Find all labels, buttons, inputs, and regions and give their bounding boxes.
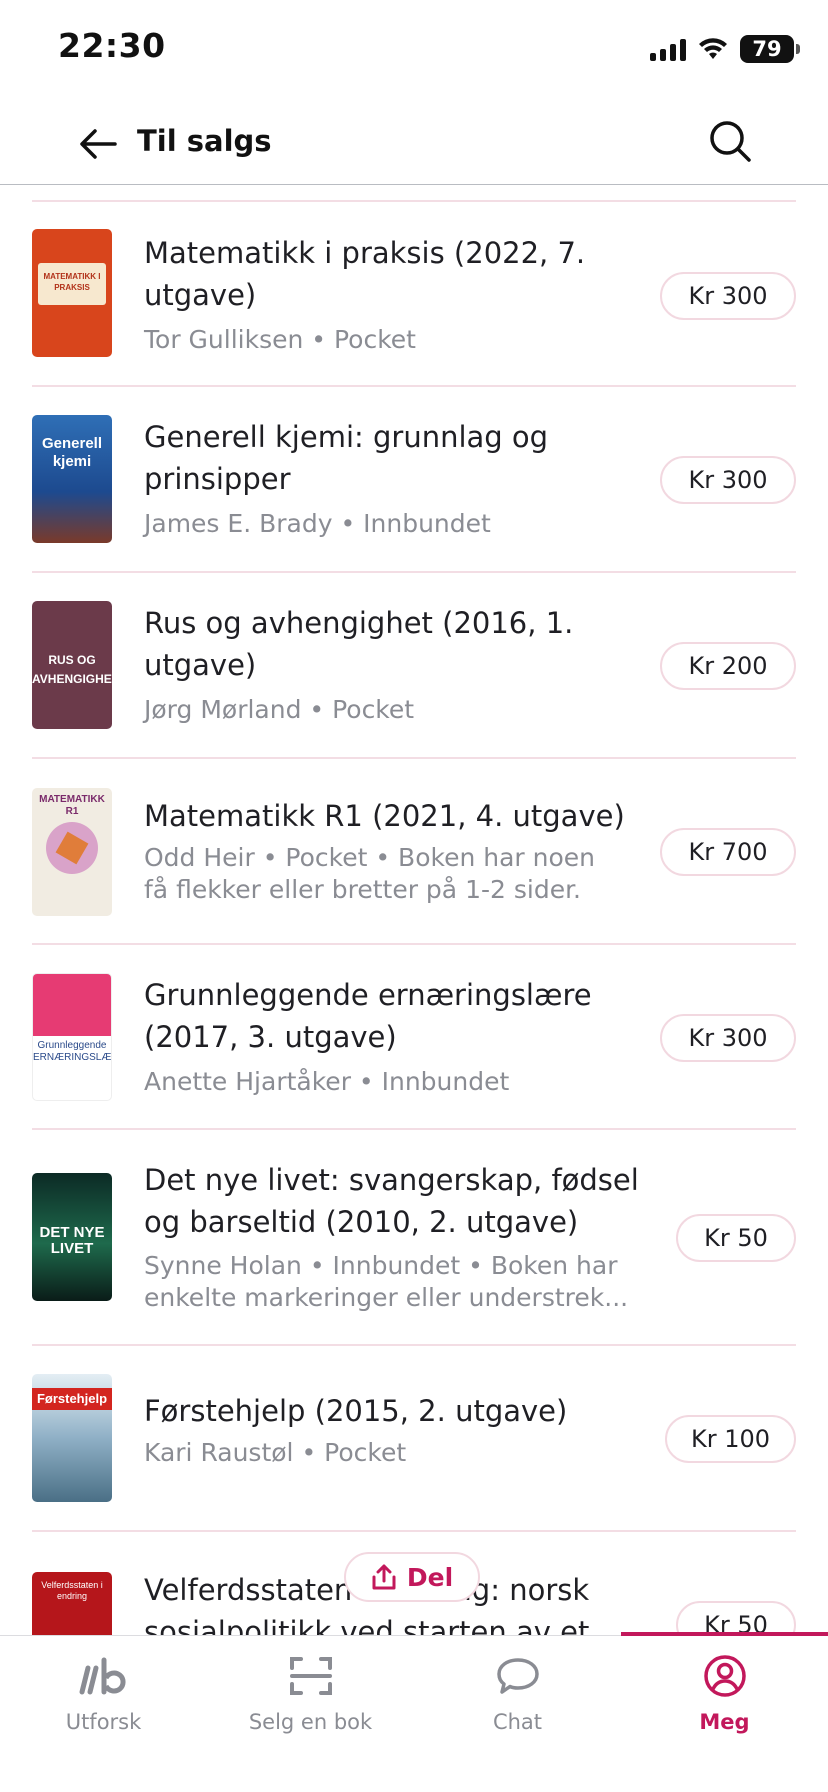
listing-subtitle: James E. Brady • Innbundet [144,509,491,538]
cover-title: Grunnleggende ERNÆRINGSLÆRE [33,1040,112,1063]
tab-label: Meg [699,1710,750,1734]
listing-subtitle: Odd Heir • Pocket • Boken har noen få fl… [144,843,596,904]
page-title: Til salgs [137,124,272,158]
listing-subtitle: Jørg Mørland • Pocket [144,695,415,724]
search-button[interactable] [704,115,756,167]
listing-item[interactable]: MATEMATIKK R1 Matematikk R1 (2021, 4. ut… [32,759,796,945]
tab-label: Selg en bok [248,1710,373,1734]
bottom-tab-bar: Utforsk Selg en bok Chat Meg [0,1632,828,1792]
price-button[interactable]: Kr 100 [665,1415,796,1463]
wifi-icon [699,38,727,59]
listing-title: Matematikk i praksis (2022, 7. utgave) [144,236,586,312]
book-cover: DET NYE LIVET [32,1173,112,1301]
listing-title: Førstehjelp (2015, 2. utgave) [144,1394,568,1428]
book-cover: Førstehjelp [32,1374,112,1502]
listing-list: MATEMATIKK I PRAKSIS Matematikk i praksi… [0,200,828,1635]
chat-bubble-icon [496,1658,539,1694]
status-bar: 22:30 79 [0,0,828,100]
battery-level: 79 [752,37,782,61]
cover-title: DET NYE LIVET [39,1224,105,1257]
listing-item[interactable]: Grunnleggende ERNÆRINGSLÆRE Grunnleggend… [32,945,796,1130]
tab-label: Utforsk [65,1710,142,1734]
price-button[interactable]: Kr 300 [660,272,796,320]
cover-title: Generell kjemi [41,435,103,470]
tab-utforsk[interactable]: Utforsk [0,1636,207,1766]
listing-item[interactable]: Førstehjelp Førstehjelp (2015, 2. utgave… [32,1346,796,1532]
share-icon [372,1564,396,1590]
price-button[interactable]: Kr 700 [660,828,796,876]
book-cover: Grunnleggende ERNÆRINGSLÆRE [32,973,112,1101]
listing-subtitle: Kari Raustøl • Pocket [144,1438,407,1467]
price-button[interactable]: Kr 50 [676,1214,796,1262]
app-header: Til salgs [0,100,828,185]
price-button[interactable]: Kr 200 [660,642,796,690]
listing-item[interactable]: MATEMATIKK I PRAKSIS Matematikk i praksi… [32,202,796,387]
share-label: Del [406,1562,454,1592]
tab-label: Chat [492,1710,543,1734]
book-cover: RUS OG AVHENGIGHET [32,601,112,729]
battery-icon: 79 [740,35,800,63]
status-time: 22:30 [58,26,166,65]
book-cover: Velferdsstaten i endring [32,1572,112,1635]
listing-subtitle: Anette Hjartåker • Innbundet [144,1067,510,1096]
cover-title: MATEMATIKK I PRAKSIS [43,272,101,292]
listing-subtitle: Tor Gulliksen • Pocket [144,325,416,354]
price-button[interactable]: Kr 50 [676,1601,796,1635]
tab-selg-en-bok[interactable]: Selg en bok [207,1636,414,1766]
profile-icon [703,1655,746,1697]
listing-title: Rus og avhengighet (2016, 1. utgave) [144,606,574,682]
book-cover: MATEMATIKK R1 [32,788,112,916]
book-cover: Generell kjemi [32,415,112,543]
cover-title: RUS OG AVHENGIGHET [32,653,112,686]
back-button[interactable] [76,122,120,166]
book-cover: MATEMATIKK I PRAKSIS [32,229,112,357]
listing-title: Generell kjemi: grunnlag og prinsipper [144,420,549,496]
price-button[interactable]: Kr 300 [660,1014,796,1062]
explore-logo-icon [79,1657,126,1695]
listing-title: Grunnleggende ernæringslære (2017, 3. ut… [144,978,592,1054]
status-icons: 79 [650,34,800,64]
listing-item[interactable]: RUS OG AVHENGIGHET Rus og avhengighet (2… [32,573,796,759]
listing-item[interactable]: Generell kjemi Generell kjemi: grunnlag … [32,387,796,573]
price-button[interactable]: Kr 300 [660,456,796,504]
cover-title: Velferdsstaten i endring [41,1580,103,1601]
tab-chat[interactable]: Chat [414,1636,621,1766]
tab-meg[interactable]: Meg [621,1636,828,1766]
search-icon [710,121,751,162]
cover-title: Førstehjelp [36,1391,108,1406]
cover-title: MATEMATIKK R1 [39,794,105,817]
listing-title: Matematikk R1 (2021, 4. utgave) [144,799,625,833]
scan-icon [289,1657,332,1695]
share-button[interactable]: Del [344,1552,480,1602]
listing-title: Det nye livet: svangerskap, fødsel og ba… [144,1163,639,1239]
cellular-signal-icon [650,37,686,61]
listing-item[interactable]: DET NYE LIVET Det nye livet: svangerskap… [32,1130,796,1346]
arrow-left-icon [80,129,117,159]
listing-subtitle: Synne Holan • Innbundet • Boken har enke… [144,1251,629,1312]
